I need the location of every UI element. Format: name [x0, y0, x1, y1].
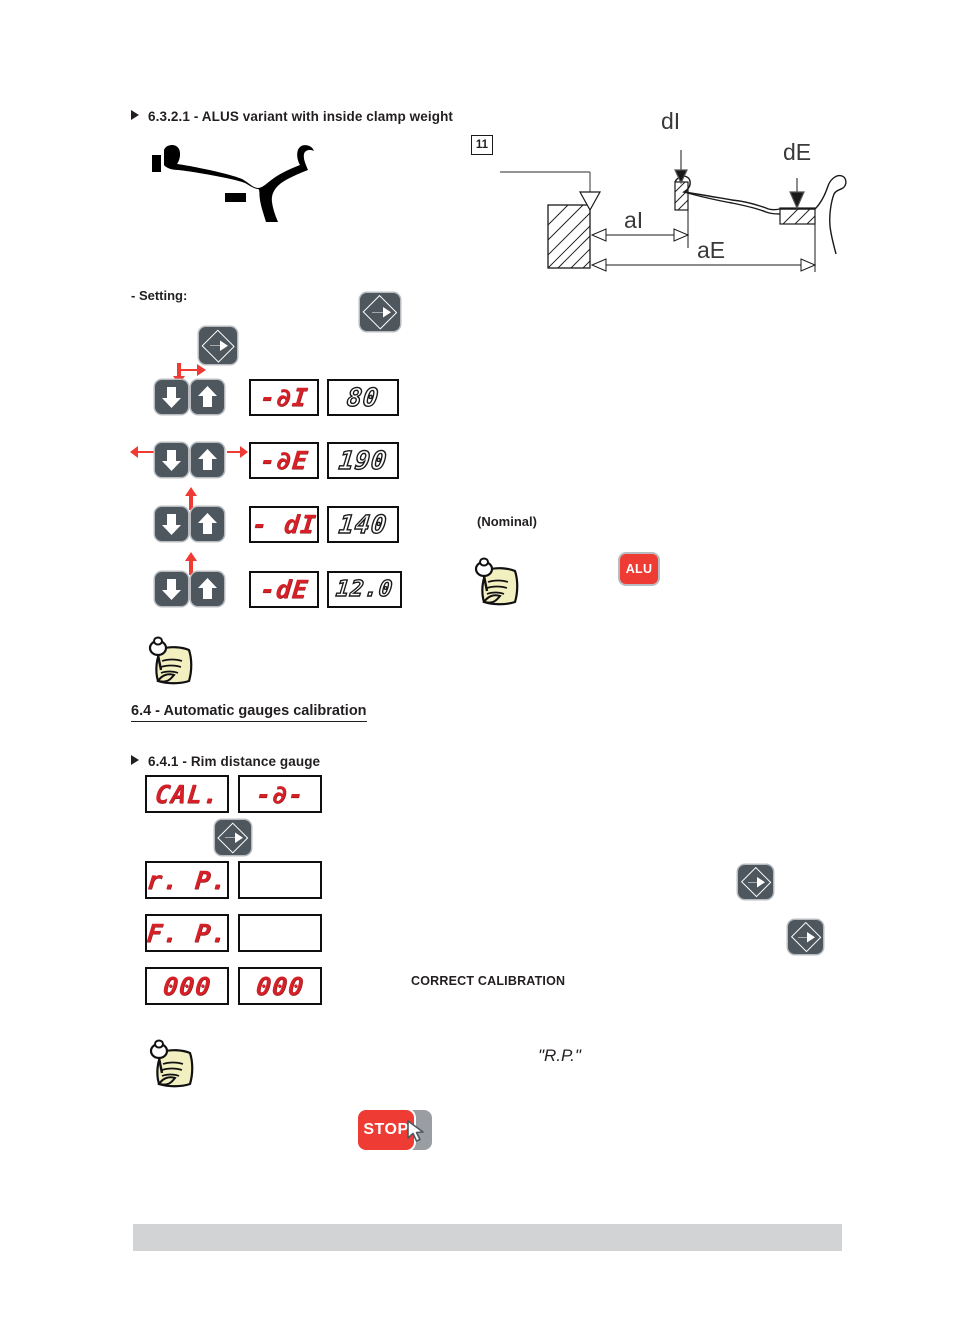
display-name-row1: -∂I: [249, 379, 319, 416]
display-zero-right: 000: [238, 967, 322, 1005]
red-arrow-right-2: [227, 444, 249, 460]
rp-quote-label: "R.P.": [538, 1046, 581, 1065]
enter-button-cal[interactable]: [215, 820, 251, 855]
display-zero-left: 000: [145, 967, 229, 1005]
display-value-row1: 80: [327, 379, 399, 416]
dimension-label-aE: aE: [697, 237, 726, 263]
display-value-row1-text: 80: [345, 382, 382, 412]
right-arrow-icon: [225, 832, 243, 843]
display-cal-left-text: CAL.: [153, 779, 221, 809]
display-value-row2: 190: [327, 442, 399, 479]
up-arrow-icon: [198, 449, 217, 470]
up-arrow-icon: [198, 386, 217, 407]
dimension-label-dE: dE: [783, 139, 812, 165]
display-fp-right: [238, 914, 322, 952]
stop-button[interactable]: STOP: [358, 1110, 436, 1152]
display-zero-right-text: 000: [254, 971, 306, 1001]
down-arrow-icon: [162, 450, 181, 471]
rim-profile-illustration: [150, 138, 330, 228]
triangle-bullet-icon: [131, 755, 139, 765]
section-heading-64: 6.4 - Automatic gauges calibration: [131, 703, 367, 722]
display-cal-right: -∂-: [238, 775, 322, 813]
enter-button-fp[interactable]: [788, 920, 823, 954]
display-name-row2: -∂E: [249, 442, 319, 479]
down-arrow-icon: [162, 514, 181, 535]
display-name-row3: - dI: [249, 506, 319, 543]
right-arrow-icon: [372, 307, 391, 318]
display-fp-left-text: F. P.: [145, 918, 229, 948]
section-heading-6321-text: 6.3.2.1 - ALUS variant with inside clamp…: [148, 109, 454, 124]
alu-badge[interactable]: ALU: [620, 554, 658, 584]
display-name-row4: -dE: [249, 571, 319, 608]
enter-button-rp[interactable]: [738, 865, 773, 899]
right-arrow-icon: [210, 340, 228, 351]
display-rp-left-text: r. P.: [145, 865, 229, 895]
setting-label: - Setting:: [131, 288, 188, 303]
enter-button-step1[interactable]: [199, 327, 237, 364]
down-button-row2[interactable]: [155, 443, 188, 477]
dimension-label-dI: dI: [661, 108, 681, 134]
up-button-row4[interactable]: [191, 572, 224, 606]
enter-button-top[interactable]: [360, 293, 400, 331]
section-heading-64-wrap: 6.4 - Automatic gauges calibration: [131, 702, 367, 722]
right-arrow-icon: [798, 932, 815, 943]
display-name-row2-text: -∂E: [258, 446, 310, 475]
display-value-row3-text: 140: [337, 509, 390, 539]
display-fp-left: F. P.: [145, 914, 229, 952]
display-value-row3: 140: [327, 506, 399, 543]
note-icon-section-a: [136, 636, 198, 694]
down-arrow-icon: [162, 387, 181, 408]
up-arrow-icon: [198, 578, 217, 599]
down-button-row3[interactable]: [155, 507, 188, 541]
display-zero-left-text: 000: [161, 971, 213, 1001]
footer-bar: [133, 1224, 842, 1251]
up-button-row2[interactable]: [191, 443, 224, 477]
cursor-arrow-icon: [405, 1119, 427, 1148]
display-rp-left: r. P.: [145, 861, 229, 899]
manual-page: 6.3.2.1 - ALUS variant with inside clamp…: [0, 0, 954, 1327]
display-name-row1-text: -∂I: [258, 383, 310, 412]
note-icon-section-b: [137, 1039, 199, 1097]
down-button-row4[interactable]: [155, 572, 188, 606]
section-heading-641-text: 6.4.1 - Rim distance gauge: [148, 754, 321, 769]
down-button-row1[interactable]: [155, 380, 188, 414]
up-button-row1[interactable]: [191, 380, 224, 414]
right-arrow-icon: [748, 877, 765, 888]
display-cal-right-text: -∂-: [254, 779, 306, 809]
nominal-label: (Nominal): [477, 514, 537, 529]
down-arrow-icon: [162, 579, 181, 600]
display-name-row4-text: -dE: [258, 575, 310, 604]
red-arrow-left-2: [130, 444, 154, 460]
up-arrow-icon: [198, 513, 217, 534]
section-heading-6321: 6.3.2.1 - ALUS variant with inside clamp…: [131, 109, 453, 124]
up-button-row3[interactable]: [191, 507, 224, 541]
display-value-row4: 12.0: [327, 571, 402, 608]
display-cal-left: CAL.: [145, 775, 229, 813]
dimension-label-aI: aI: [624, 207, 644, 233]
display-value-row2-text: 190: [337, 445, 390, 475]
triangle-bullet-icon: [131, 110, 139, 120]
display-rp-right: [238, 861, 322, 899]
correct-calibration-label: CORRECT CALIBRATION: [411, 974, 566, 988]
note-icon-alu: [462, 557, 524, 615]
section-heading-641: 6.4.1 - Rim distance gauge: [131, 754, 320, 769]
display-name-row3-text: - dI: [250, 510, 318, 539]
display-value-row4-text: 12.0: [334, 576, 395, 602]
diagram-number-badge: 11: [471, 135, 493, 155]
